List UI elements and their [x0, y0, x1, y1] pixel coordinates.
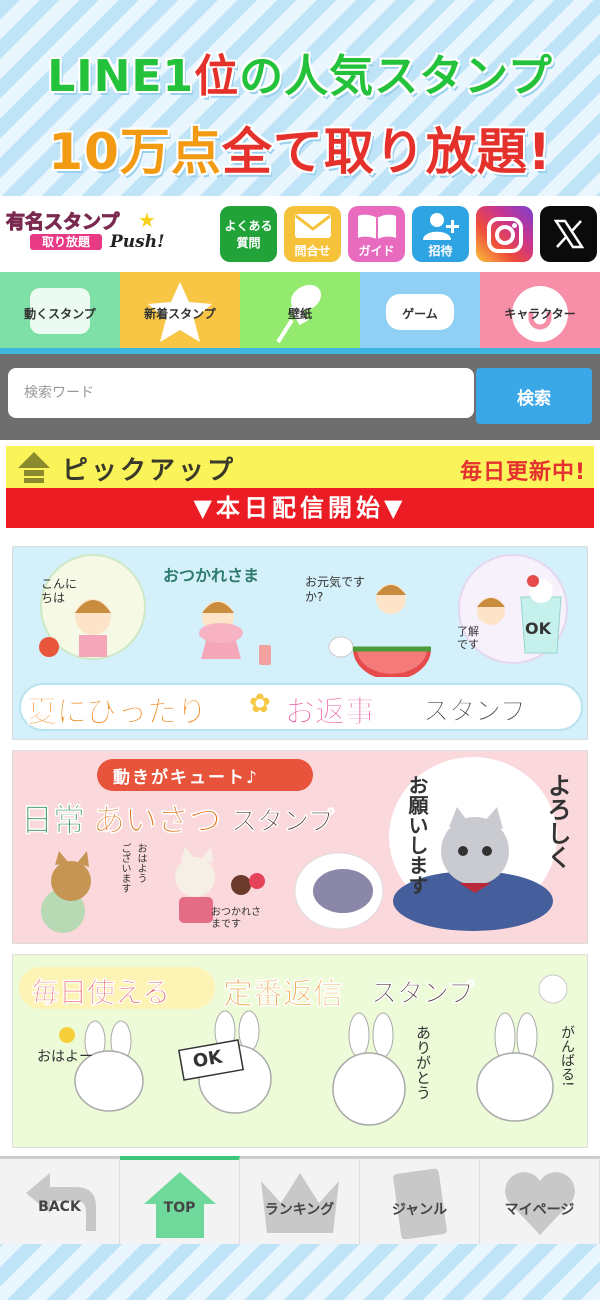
contact-button[interactable]: 問合せ [284, 206, 341, 262]
app-screen: 有名スタンプ ★ 取り放題 Push! よくある 質問 問合せ ガイド 招待 動… [0, 196, 600, 1244]
invite-label: 招待 [428, 244, 453, 258]
book-icon [357, 214, 396, 239]
sticker-banner-daily[interactable]: 毎日使える 定番返信 スタンプ おはよー OK ありがとう がんばる! [12, 954, 588, 1148]
bubble-ganbaru: がんばる! [559, 1025, 575, 1087]
banner-title-c: スタンプ [231, 807, 335, 838]
bubble-gozaimasu: ございます [119, 843, 130, 893]
nav-genre[interactable]: ジャンル [360, 1159, 480, 1244]
sticker-banner-summer[interactable]: こんにちは おつかれさま お元気ですか? 了解です OK 夏にぴったり ✿ お返… [12, 546, 588, 740]
category-wallpaper[interactable]: 壁紙 [240, 272, 360, 348]
faq-button[interactable]: よくある 質問 [220, 206, 277, 262]
promo-line-2: 10万点全て取り放題! [0, 112, 600, 184]
bubble-ok: OK [525, 619, 551, 638]
category-new[interactable]: 新着スタンプ [120, 272, 240, 348]
banner-title-a: 夏にぴったり [27, 695, 208, 731]
category-animated[interactable]: 動くスタンプ [0, 272, 120, 348]
category-label: キャラクター [504, 307, 576, 321]
nav-label: マイページ [504, 1202, 575, 1218]
instagram-button[interactable] [476, 206, 533, 262]
bubble-hello: こんにちは [41, 577, 78, 605]
bubble-how-are-you: お元気ですか? [305, 575, 366, 604]
search-input[interactable] [8, 368, 474, 418]
category-label: 壁紙 [287, 307, 312, 321]
logo-push: Push! [110, 232, 165, 252]
bottom-nav: BACK TOP ランキング ジャンル マイページ [0, 1156, 600, 1244]
star-icon: ★ [138, 208, 156, 232]
bubble-tired: おつかれさま [163, 566, 260, 585]
promo-line1-b: 位 [193, 50, 240, 103]
banner-title-b: あいさつ [93, 801, 222, 840]
category-bar: 動くスタンプ 新着スタンプ 壁紙 ゲーム キャラクター [0, 272, 600, 354]
search-button[interactable]: 検索 [476, 368, 592, 424]
nav-label: ジャンル [391, 1202, 448, 1218]
category-game[interactable]: ゲーム [360, 272, 480, 348]
app-header: 有名スタンプ ★ 取り放題 Push! よくある 質問 問合せ ガイド 招待 [0, 196, 600, 272]
rabbit-stickers-illustration [59, 974, 568, 1126]
banner-tag: 動きがキュート♪ [113, 768, 259, 788]
nav-label: TOP [163, 1200, 196, 1216]
instagram-icon [486, 217, 523, 253]
daily-update-label: 毎日更新中! [459, 460, 586, 485]
promo-line-1: LINE1位の人気スタンプ [0, 40, 600, 104]
bubble-ohayo: おはよう [135, 843, 146, 883]
faq-label: よくある 質問 [224, 219, 273, 250]
mail-icon [294, 214, 331, 238]
guide-button[interactable]: ガイド [348, 206, 405, 262]
summer-stickers-illustration [39, 554, 568, 677]
promo-line1-c: の人気スタンプ [238, 50, 553, 103]
banner-title-b: お返事 [285, 695, 376, 731]
category-character[interactable]: キャラクター [480, 272, 600, 348]
bubble-yoroshiku: よろしく [543, 773, 571, 869]
sticker-banner-greeting[interactable]: 動きがキュート♪ 日常 あいさつ スタンプ よろしく お願いします おはよう ご… [12, 750, 588, 944]
bubble-onegai: お願いします [405, 775, 429, 895]
header-icons: よくある 質問 問合せ ガイド 招待 [220, 206, 597, 262]
banner-title-c: スタンプ [423, 697, 527, 728]
category-label: ゲーム [402, 307, 438, 321]
banner-title-a: 日常 [21, 801, 86, 840]
nav-back[interactable]: BACK [0, 1159, 120, 1244]
bubble-understood: 了解です [457, 625, 479, 651]
promo-line2-a: 10万点 [47, 122, 222, 182]
app-logo[interactable]: 有名スタンプ ★ 取り放題 Push! [6, 208, 166, 262]
logo-subtitle: 取り放題 [30, 234, 102, 250]
flower-icon: ✿ [249, 689, 271, 719]
category-label: 動くスタンプ [24, 307, 96, 321]
today-release-banner: ▼本日配信開始▼ [6, 488, 594, 528]
contact-label: 問合せ [294, 244, 331, 258]
x-button[interactable] [540, 206, 597, 262]
promo-line1-a: LINE1 [46, 50, 195, 103]
bubble-arigatou: ありがとう [414, 1025, 432, 1100]
pickup-title: ピックアップ [62, 456, 237, 486]
bubble-ohayo: おはよー [37, 1049, 93, 1065]
nav-label: BACK [38, 1199, 81, 1215]
promo-line2-b: 全て取り放題! [221, 122, 552, 182]
invite-button[interactable]: 招待 [412, 206, 469, 262]
category-label: 新着スタンプ [144, 307, 216, 321]
nav-label: ランキング [264, 1202, 335, 1218]
guide-label: ガイド [358, 244, 395, 258]
nav-mypage[interactable]: マイページ [480, 1159, 600, 1244]
pickup-header: ピックアップ 毎日更新中! [6, 446, 594, 488]
bubble-otsukare: おつかれさまです [211, 907, 261, 930]
nav-top[interactable]: TOP [120, 1156, 240, 1244]
search-bar: 検索 [0, 354, 600, 440]
x-logo-icon [553, 219, 584, 249]
add-user-icon [422, 213, 459, 240]
up-arrow-icon [18, 452, 50, 483]
nav-ranking[interactable]: ランキング [240, 1159, 360, 1244]
